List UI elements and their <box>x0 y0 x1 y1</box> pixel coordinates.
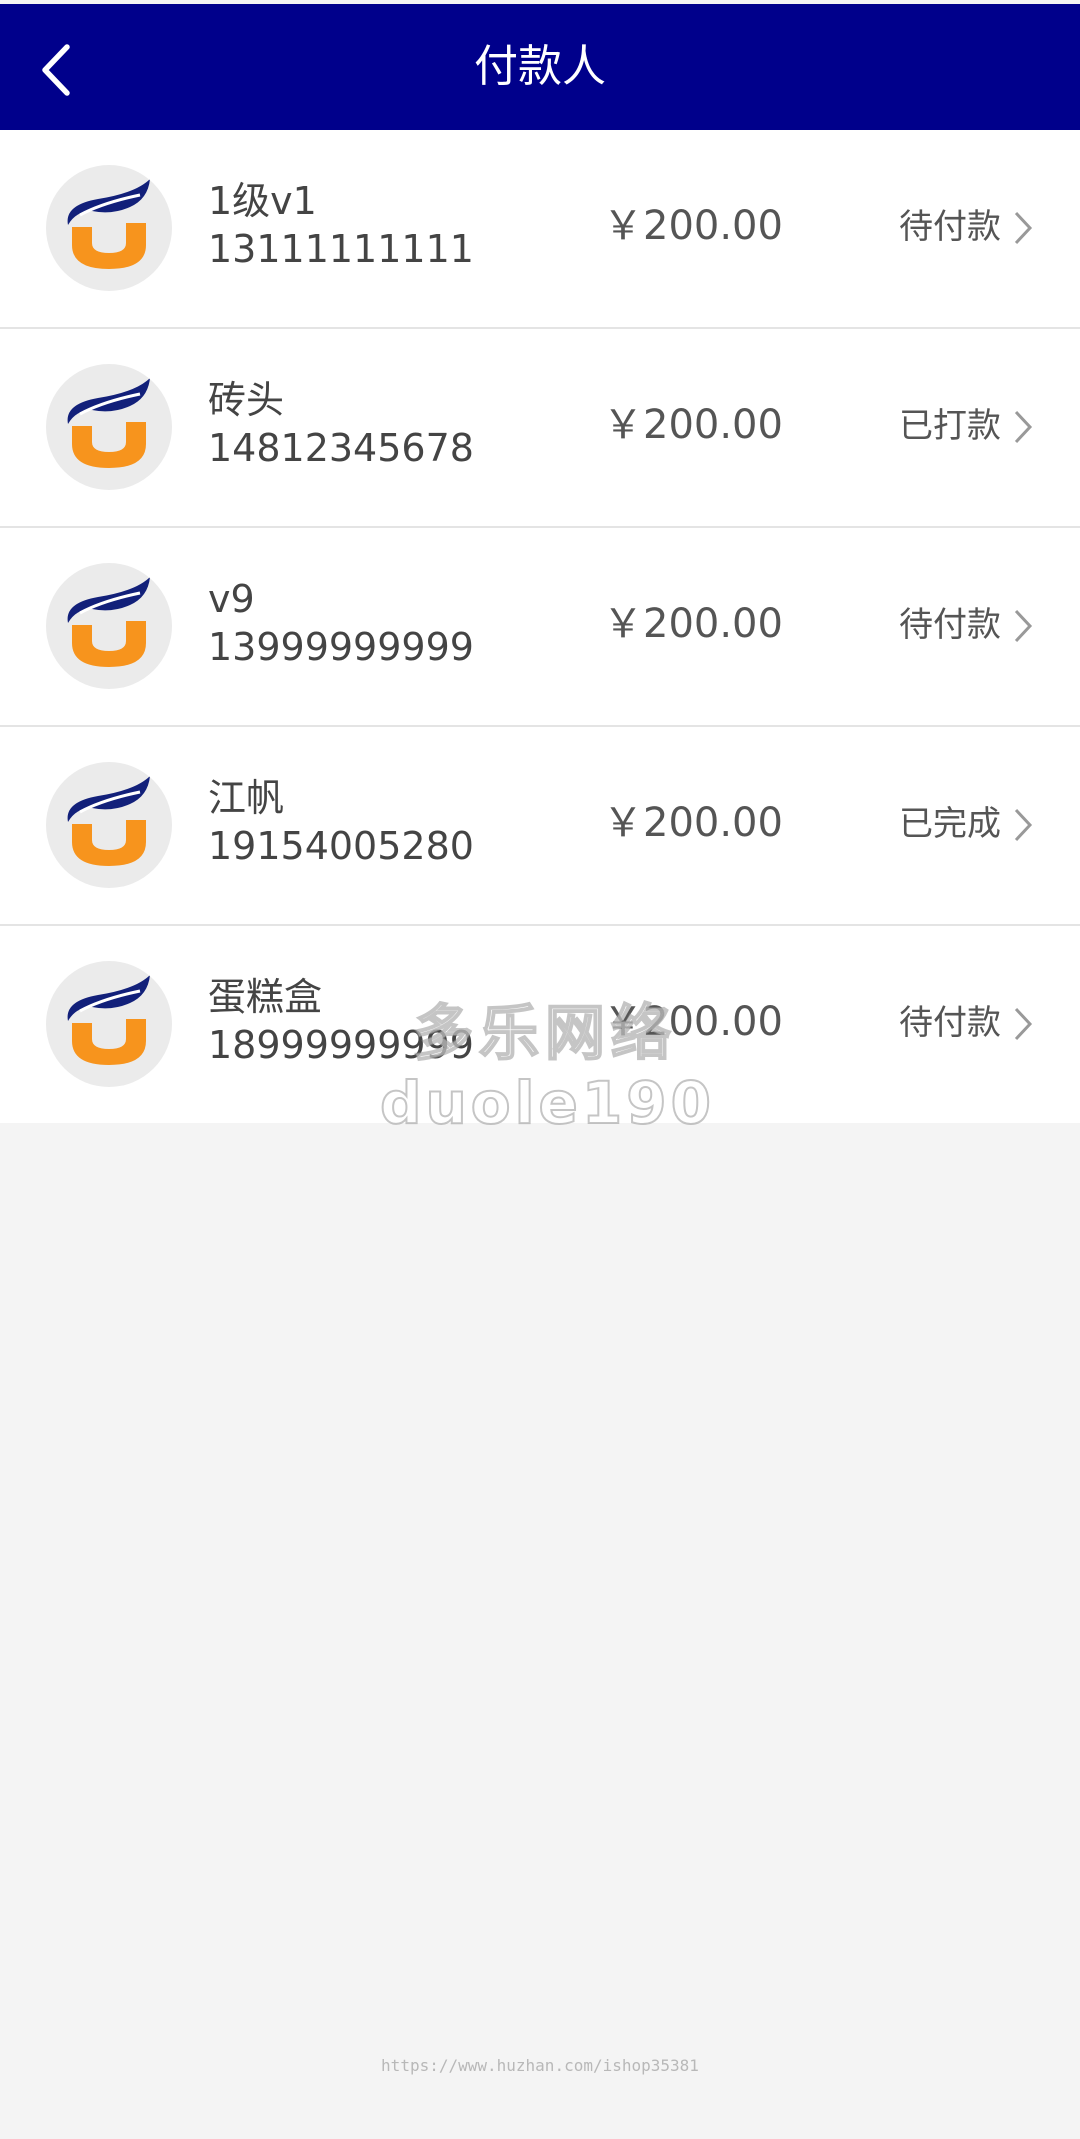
chevron-right-icon <box>1014 410 1033 444</box>
chevron-right-icon <box>1014 1007 1033 1041</box>
payer-status: 已完成 <box>899 804 1001 844</box>
chevron-right-icon <box>1014 609 1033 643</box>
logo-icon <box>67 577 150 667</box>
payer-phone: 19154005280 <box>208 824 474 868</box>
avatar <box>46 762 172 888</box>
payer-row[interactable]: v9 13999999999 ￥200.00 待付款 <box>0 528 1080 727</box>
payer-phone: 13999999999 <box>208 625 474 669</box>
footer-url: https://www.huzhan.com/ishop35381 <box>381 2056 699 2075</box>
payer-row[interactable]: 1级v1 13111111111 ￥200.00 待付款 <box>0 130 1080 329</box>
payer-status: 已打款 <box>899 406 1001 446</box>
payer-phone: 13111111111 <box>208 227 474 271</box>
avatar <box>46 165 172 291</box>
payer-name: 砖头 <box>208 378 285 422</box>
logo-icon <box>67 378 150 468</box>
payer-row[interactable]: 砖头 14812345678 ￥200.00 已打款 <box>0 329 1080 528</box>
logo-icon <box>67 975 150 1065</box>
payer-phone: 14812345678 <box>208 426 474 470</box>
avatar <box>46 961 172 1087</box>
logo-icon <box>67 776 150 866</box>
page-title: 付款人 <box>474 41 606 92</box>
chevron-right-icon <box>1014 211 1033 245</box>
payer-amount: ￥200.00 <box>603 999 783 1045</box>
payer-status: 待付款 <box>899 605 1001 645</box>
payer-amount: ￥200.00 <box>603 203 783 249</box>
payer-status: 待付款 <box>899 207 1001 247</box>
payer-status: 待付款 <box>899 1003 1001 1043</box>
payer-name: 蛋糕盒 <box>208 975 323 1019</box>
payer-amount: ￥200.00 <box>603 800 783 846</box>
payer-phone: 18999999999 <box>208 1023 474 1067</box>
app-header: 付款人 <box>0 4 1080 130</box>
chevron-right-icon <box>1014 808 1033 842</box>
payer-list: 1级v1 13111111111 ￥200.00 待付款 砖头 14812345… <box>0 130 1080 1123</box>
payer-name: 1级v1 <box>208 179 317 223</box>
payer-row[interactable]: 江帆 19154005280 ￥200.00 已完成 <box>0 727 1080 926</box>
logo-icon <box>67 179 150 269</box>
avatar <box>46 364 172 490</box>
avatar <box>46 563 172 689</box>
payer-amount: ￥200.00 <box>603 601 783 647</box>
payer-amount: ￥200.00 <box>603 402 783 448</box>
payer-row[interactable]: 蛋糕盒 18999999999 ￥200.00 待付款 <box>0 926 1080 1123</box>
payer-name: v9 <box>208 577 255 621</box>
payer-name: 江帆 <box>208 776 285 820</box>
